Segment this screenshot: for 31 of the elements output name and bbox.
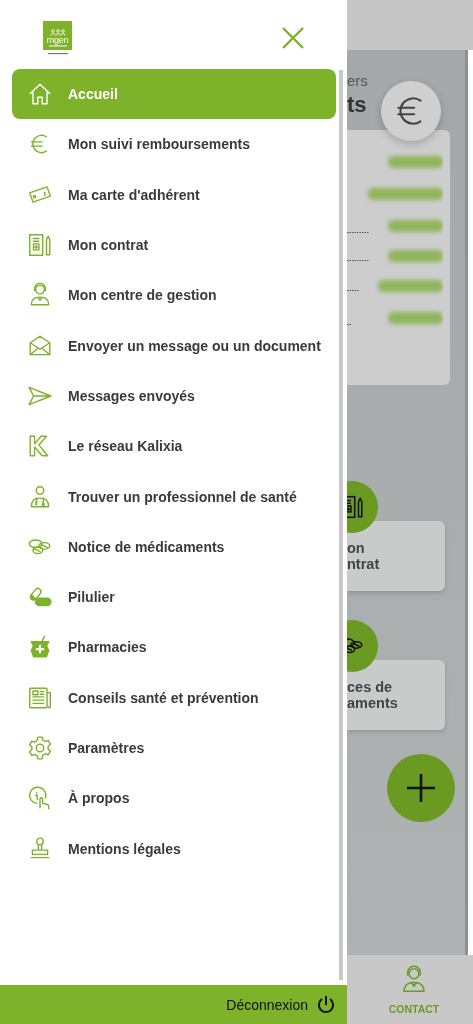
contract-icon [27,232,53,259]
shortcut-card[interactable]: on ntrat [347,521,445,591]
section-title: ts [347,92,367,118]
settings-icon [27,735,53,761]
section-subtitle: ers [347,72,368,90]
shortcut-card[interactable]: ces de aments [347,660,445,730]
euro-button[interactable] [381,81,441,141]
menu-item[interactable]: À propos [12,773,336,824]
card-label: aments [347,695,399,711]
menu-item[interactable]: Mentions légales [12,823,336,874]
menu-item[interactable]: Notice de médicaments [12,521,336,572]
plus-icon [406,773,436,803]
menu-item[interactable]: Paramètres [12,722,336,774]
menu-item[interactable]: Pilulier [12,571,336,623]
menu-item[interactable]: Messages envoyés [12,370,336,422]
card-label: on [347,540,366,556]
logo: mgen [43,21,72,57]
card-label: ces de [347,679,394,695]
close-icon[interactable] [281,26,305,50]
menu-item[interactable]: Pharmacies [12,622,336,673]
logout-link[interactable]: Déconnexion [226,996,308,1013]
menu-item[interactable]: Ma carte d'adhérent [12,169,336,220]
menu-item[interactable]: Mon suivi remboursements [12,119,336,170]
menu-item[interactable]: Le réseau Kalixia [12,421,336,472]
menu-item[interactable]: Envoyer un message ou un document [12,320,336,371]
card-label: ntrat [347,556,381,572]
menu-item[interactable]: Conseils santé et prévention [12,672,336,723]
menu-item[interactable]: Mon centre de gestion [12,270,336,321]
menu-item[interactable]: Trouver un professionnel de santé [12,471,336,522]
menu-item[interactable]: Mon contrat [12,219,336,271]
power-icon[interactable] [316,994,336,1015]
